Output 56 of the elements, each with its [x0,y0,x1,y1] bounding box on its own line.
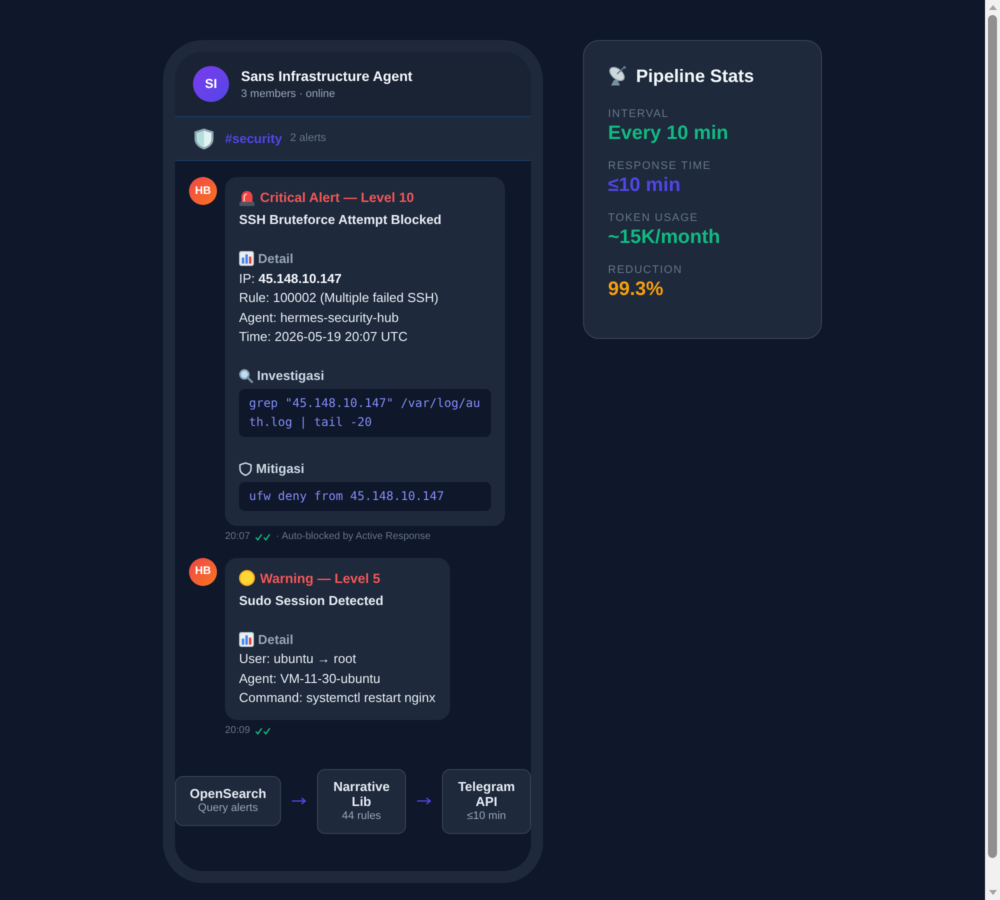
section-heading: Detail [258,250,294,268]
alert-title: Critical Alert — Level 10 [260,189,414,207]
bar-chart-icon [239,251,254,266]
arrow-icon [292,797,306,805]
detail-line: IP: 45.148.10.147 [239,270,343,288]
stage-name: OpenSearch [190,786,266,801]
chat-status: 3 members · online [241,86,336,102]
detail-line: Command: systemctl restart nginx [239,689,436,707]
scroll-down-arrow-icon[interactable] [988,890,996,895]
scrollbar[interactable] [985,0,1000,900]
scrollbar-thumb[interactable] [988,15,997,858]
stat-value: ~15K/month [608,225,722,249]
stat-label: INTERVAL [608,107,670,121]
section-heading: Mitigasi [256,460,304,478]
detail-line: User: ubuntu → root [239,650,358,668]
stats-title: Pipeline Stats [636,65,754,88]
alert-subtitle: Sudo Session Detected [239,592,384,610]
stage-name: Telegram API [457,778,516,808]
channel-name[interactable]: #security [225,128,282,148]
sender-avatar: HB [189,177,217,205]
stat-label: REDUCTION [608,263,684,277]
search-icon [239,368,253,383]
shield-icon [194,128,214,150]
stat-value: Every 10 min [608,121,730,145]
scroll-up-arrow-icon[interactable] [988,5,996,10]
stat-label: TOKEN USAGE [608,211,700,225]
alert-count: 2 alerts [290,131,326,146]
siren-icon [239,190,255,206]
detail-line: Time: 2026-05-19 20:07 UTC [239,328,409,346]
message-note: · Auto-blocked by Active Response [276,530,431,544]
bar-chart-icon [239,632,254,647]
section-heading: Investigasi [257,367,324,385]
circle-icon [239,570,255,586]
alert-subtitle: SSH Bruteforce Attempt Blocked [239,211,442,229]
stage-detail: Query alerts [198,801,258,816]
detail-line: Agent: VM-11-30-ubuntu [239,670,382,688]
arrow-icon [417,797,431,805]
code-block: grep "45.148.10.147" /var/log/auth.log | tail -20 [239,388,491,436]
detail-line: Agent: hermes-security-hub [239,308,400,327]
satellite-dish-icon [608,66,628,86]
message-time: 20:07 [225,530,250,544]
stage-name: Narrative Lib [332,778,391,808]
shield-icon [239,462,252,476]
stat-value: ≤10 min [608,173,682,197]
chat-title: Sans Infrastructure Agent [241,66,412,84]
message-time: 20:09 [225,724,250,738]
group-avatar: SI [193,66,229,102]
stat-label: RESPONSE TIME [608,159,712,173]
stage-detail: ≤10 min [466,808,506,824]
stage-detail: 44 rules [342,808,382,824]
sender-avatar: HB [189,558,217,586]
code-block: ufw deny from 45.148.10.147 [239,482,491,510]
stat-value: 99.3% [608,277,664,301]
alert-title: Warning — Level 5 [260,570,380,588]
detail-line: Rule: 100002 (Multiple failed SSH) [239,289,440,307]
section-heading: Detail [258,630,294,648]
